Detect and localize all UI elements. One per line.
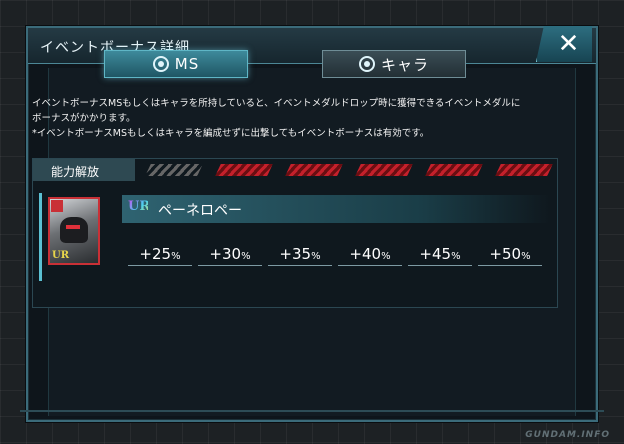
bonus-section: 能力解放 UR UR ペーネロペー +25% +30% +35% +40% +4… <box>32 158 558 308</box>
tab-chara[interactable]: キャラ <box>322 50 466 78</box>
bonus-value: +30% <box>198 245 262 266</box>
tab-ms-label: MS <box>174 55 200 73</box>
ability-level-bar <box>145 164 203 176</box>
description: イベントボーナスMSもしくはキャラを所持していると、イベントメダルドロップ時に獲… <box>32 96 542 141</box>
tab-chara-label: キャラ <box>380 55 429 74</box>
bonus-value: +25% <box>128 245 192 266</box>
tab-ms[interactable]: MS <box>104 50 248 78</box>
mobile-suit-head-icon <box>60 217 88 243</box>
ability-level-bar <box>495 164 553 176</box>
watermark-logo: GUNDAM.INFO <box>525 430 610 440</box>
divider <box>20 410 604 412</box>
target-icon <box>358 56 375 72</box>
bonus-value: +40% <box>338 245 402 266</box>
ability-level-bar <box>425 164 483 176</box>
description-line: イベントボーナスMSもしくはキャラを所持していると、イベントメダルドロップ時に獲… <box>32 98 521 109</box>
corner-mark-icon <box>51 200 63 212</box>
bonus-value: +35% <box>268 245 332 266</box>
bonus-unit-row[interactable]: UR UR ペーネロペー +25% +30% +35% +40% +45% +5… <box>39 193 553 281</box>
bonus-value: +45% <box>408 245 472 266</box>
avatar-rarity-badge: UR <box>52 250 70 261</box>
ability-level-bar <box>285 164 343 176</box>
bonus-value: +50% <box>478 245 542 266</box>
ability-label: 能力解放 <box>33 159 135 181</box>
rarity-badge: UR <box>128 199 150 219</box>
unit-name: ペーネロペー <box>158 203 242 219</box>
description-line: *イベントボーナスMSもしくはキャラを編成せずに出撃してもイベントボーナスは有効… <box>32 128 430 139</box>
ability-level-bar <box>215 164 273 176</box>
unit-name-bar: UR ペーネロペー <box>122 195 550 223</box>
unit-avatar[interactable]: UR <box>48 197 100 265</box>
target-icon <box>152 56 169 72</box>
description-line: ボーナスがかかります。 <box>32 113 136 124</box>
close-icon: ✕ <box>557 29 580 59</box>
ability-level-bar <box>355 164 413 176</box>
close-button[interactable]: ✕ <box>536 26 592 62</box>
mobile-suit-eye-icon <box>66 225 80 229</box>
